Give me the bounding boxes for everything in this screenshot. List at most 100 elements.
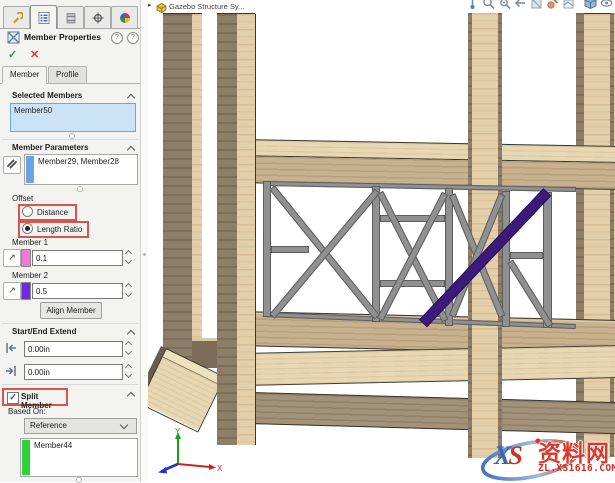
orientation-triad[interactable]: Y X [154,424,226,478]
post-right[interactable] [584,13,610,458]
configuration-icon[interactable] [57,6,84,28]
propertymanager-icon[interactable] [30,5,57,29]
list-item[interactable]: Member50 [14,106,52,115]
railing-post[interactable] [502,191,510,327]
member2-spinner[interactable] [124,282,134,298]
scene-icon[interactable] [562,0,575,10]
zoom-fit-icon[interactable] [482,0,495,10]
end-extend-spinner[interactable] [124,363,134,379]
selection-bar [22,440,30,475]
divider [2,323,138,324]
displaymanager-icon[interactable] [111,6,138,28]
member1-value-input[interactable] [32,250,123,266]
member-select-button[interactable] [3,156,21,174]
member2-label: Member 2 [12,271,49,280]
split-member-checkbox[interactable]: ✓ [7,392,19,404]
collapse-chevron-icon[interactable] [126,329,136,339]
tree-item-label[interactable]: Gazebo Structure Sy... [169,2,244,11]
panel-title-row: Member Properties ? ? [0,30,140,46]
post-left-b[interactable] [217,13,256,445]
based-on-label: Based On: [8,407,46,416]
member1-label: Member 1 [12,238,49,247]
member1-pick-button[interactable]: ↗ [3,249,21,267]
tab-profile[interactable]: Profile [48,66,87,84]
railing-post[interactable] [263,181,271,317]
start-extend-spinner[interactable] [124,340,134,356]
collapse-chevron-icon[interactable] [126,93,136,103]
quick-tips-icon[interactable]: ? [111,32,123,44]
tools-icon[interactable] [3,6,30,28]
member2-value-input[interactable] [32,283,123,299]
member-parameters-header: Member Parameters [12,143,89,152]
page-title: Member Properties [24,32,101,42]
collapse-chevron-icon[interactable] [126,391,136,401]
property-manager-panel: Member Properties ? ? ✓ ✕ Member Profile… [0,0,141,483]
selected-members-listbox[interactable]: Member50 [10,103,136,132]
zoom-area-icon[interactable] [498,0,511,10]
watermark-logo-text: XS [494,441,523,470]
section-view-icon[interactable] [530,0,543,10]
watermark: XS 资料网 ZL.XS1616.COM [478,430,615,482]
heads-up-toolbar [466,0,613,10]
start-extend-icon [4,341,18,357]
highlight-box-split-member: ✓ Split Member [2,388,68,410]
radio-length-ratio[interactable]: Length Ratio [20,223,82,234]
start-extend-input[interactable] [24,341,123,357]
ok-cancel-row: ✓ ✕ [0,48,140,64]
listbox-resize-handle[interactable] [76,477,82,483]
floor-deck-band[interactable] [236,344,615,387]
offset-label: Offset [12,194,34,203]
splitter-handle [143,253,146,256]
list-item[interactable]: Member44 [34,441,72,450]
chevron-down-icon [119,420,129,430]
display-style-icon[interactable] [584,0,597,10]
pin-icon[interactable] [466,0,479,10]
radio-icon [22,206,33,217]
cancel-button[interactable]: ✕ [30,48,39,61]
start-end-extend-header: Start/End Extend [12,327,77,336]
divider [2,139,138,140]
hide-show-icon[interactable] [600,0,613,10]
list-item[interactable]: Member29, Member28 [38,157,119,166]
collapse-chevron-icon[interactable] [126,145,136,155]
end-extend-input[interactable] [24,364,123,380]
selection-bar [26,156,34,183]
radio-distance[interactable]: Distance [20,206,68,217]
appearance-icon[interactable] [546,0,559,10]
member1-color-swatch [21,249,31,267]
member2-pick-button[interactable]: ↗ [3,282,21,300]
selected-members-header: Selected Members [12,91,83,100]
tab-member[interactable]: Member [2,66,48,84]
previous-view-icon[interactable] [514,0,527,10]
highlight-box-length-ratio: Length Ratio [18,221,89,238]
divider [2,384,138,385]
highlight-box-distance: Distance [18,204,77,221]
railing-rung[interactable] [510,252,543,259]
help-icon[interactable]: ? [127,32,139,44]
railing-post[interactable] [543,192,552,328]
railing-rung[interactable] [380,280,445,287]
railing-post[interactable] [372,186,380,322]
end-extend-icon [4,364,18,380]
panel-splitter[interactable] [141,0,148,482]
post-right-edge[interactable] [576,13,584,457]
listbox-resize-handle[interactable] [77,186,83,192]
railing-rung[interactable] [271,246,309,253]
page-tab-strip: Member Profile [0,66,140,84]
based-on-dropdown[interactable]: Reference [24,418,137,434]
split-reference-listbox[interactable]: Member44 [20,438,138,477]
graphics-viewport[interactable]: ▸ Gazebo Structure Sy... Y X XS 资料网 ZL.X… [148,0,615,482]
tree-flyout-arrow[interactable]: ▸ [148,1,152,9]
radio-icon [22,223,33,234]
member1-spinner[interactable] [124,249,134,265]
member-parameters-listbox[interactable]: Member29, Member28 [24,154,138,185]
triad-y-label: Y [175,427,181,436]
member-properties-icon [7,31,20,44]
floor-rim-beam[interactable] [236,391,615,435]
watermark-site-url: ZL.XS1616.COM [538,463,615,474]
member2-color-swatch [21,282,31,300]
ok-button[interactable]: ✓ [8,48,17,61]
triad-x-label: X [217,464,223,473]
dimxpert-icon[interactable] [84,6,111,28]
align-member-button[interactable]: Align Member [40,302,102,319]
